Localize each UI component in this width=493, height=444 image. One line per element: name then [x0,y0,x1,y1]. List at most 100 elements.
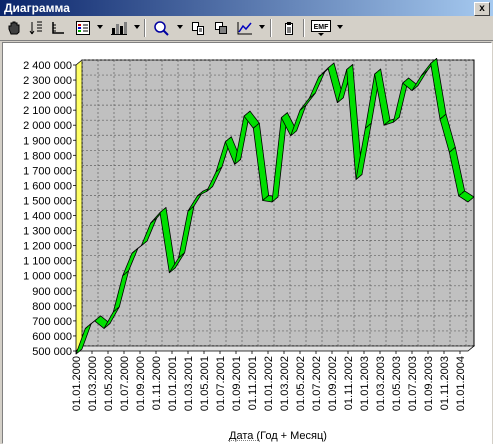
x-tick-label: 01.07.2000 [119,356,131,411]
y-tick-label: 2 000 000 [23,120,72,132]
data-point [162,209,164,211]
y-tick-label: 1 300 000 [23,226,72,238]
chart-line-dropdown-icon[interactable] [259,25,265,29]
data-point [321,73,323,76]
data-point [367,125,369,127]
chart-side-wall [75,59,83,352]
y-tick-label: 1 800 000 [23,150,72,162]
data-point [470,198,472,201]
data-point [283,114,285,116]
chart-floor [74,345,476,352]
y-tick-label: 1 600 000 [23,180,72,192]
toolbar-separator [270,19,272,37]
data-point [78,350,80,353]
x-tick-label: 01.07.2002 [311,356,323,411]
y-tick-label: 2 300 000 [23,75,72,87]
toolbar-separator [144,19,146,37]
data-point [414,87,416,89]
y-tick-label: 1 900 000 [23,135,72,147]
y-tick-label: 700 000 [32,316,72,328]
x-tick-label: 01.01.2003 [359,356,371,411]
data-point [143,242,145,244]
x-tick-label: 01.09.2001 [231,356,243,411]
x-tick-label: 01.09.2003 [423,356,435,411]
y-tick-label: 2 200 000 [23,90,72,102]
data-point [293,132,295,134]
data-point [153,219,155,222]
y-tick-label: 1 400 000 [23,211,72,223]
data-point [442,116,444,118]
legend-icon[interactable] [72,18,94,38]
y-tick-label: 800 000 [32,301,72,313]
x-tick-label: 01.03.2003 [375,356,387,411]
chart-line-icon[interactable] [234,18,256,38]
data-point [199,192,201,195]
chart-pane: 500 000 600 000 700 000 800 000 900 000 1 000… [2,42,492,444]
y-tick-label: 2 100 000 [23,105,72,117]
data-point [274,198,276,201]
data-point [87,325,89,327]
data-point [433,60,435,62]
data-point [190,207,192,210]
x-tick-label: 01.05.2001 [199,356,211,411]
x-tick-label: 01.11.2003 [439,356,451,410]
x-tick-label: 01.01.2002 [263,356,275,411]
x-tick-label: 01.11.2001 [247,356,259,410]
x-tick-label: 01.09.2002 [327,356,339,411]
x-tick-label: 01.09.2000 [135,356,147,411]
data-point [246,113,248,115]
y-tick-label: 1 500 000 [23,195,72,207]
x-tick-label: 01.05.2000 [103,356,115,411]
x-tick-label: 01.01.2004 [455,356,467,411]
copy-image-icon[interactable] [211,18,231,38]
x-tick-label: 01.07.2003 [407,356,419,411]
data-point [395,119,397,121]
hand-icon[interactable] [4,18,24,38]
y-tick-label: 500 000 [32,346,72,358]
data-point [227,138,229,140]
x-tick-label: 01.03.2002 [279,356,291,411]
data-point [358,176,360,178]
data-point [311,95,313,97]
axis-icon[interactable] [48,18,68,38]
y-tick-label: 900 000 [32,286,72,298]
data-point [115,308,117,310]
x-tick-label: 01.05.2003 [391,356,403,411]
chart-type-dropdown-icon[interactable] [134,25,140,29]
chart: 500 000 600 000 700 000 800 000 900 000 1 000… [23,58,476,442]
zoom-dropdown-icon[interactable] [177,25,183,29]
arrange-icon[interactable] [26,18,46,38]
data-point [265,197,267,199]
data-point [405,79,407,82]
x-tick-label: 01.11.2000 [151,356,163,410]
data-point [106,325,108,327]
close-button[interactable]: x [474,2,490,16]
y-tick-label: 1 200 000 [23,241,72,253]
data-point [134,250,136,252]
chart-type-icon[interactable] [108,18,130,38]
data-point [339,99,341,101]
window-titlebar: Диаграмма x [0,0,493,16]
export-dropdown-icon[interactable] [337,25,343,29]
legend-dropdown-icon[interactable] [97,25,103,29]
data-point [451,149,453,151]
data-point [386,122,388,124]
clipboard-icon[interactable] [279,18,299,38]
data-point [330,64,332,67]
data-point [125,272,127,274]
data-point [349,66,351,68]
zoom-icon[interactable] [151,18,173,38]
copy-data-icon[interactable] [188,18,208,38]
resize-grip[interactable] [228,440,258,444]
x-tick-label: 01.11.2002 [343,356,355,410]
y-tick-label: 1 000 000 [23,271,72,283]
x-tick-label: 01.07.2001 [215,356,227,411]
data-point [181,254,183,256]
data-point [209,188,211,190]
data-point [218,168,220,170]
y-tick-label: 600 000 [32,331,72,343]
export-emf-icon[interactable]: EMF [309,18,333,38]
y-tick-label: 2 400 000 [23,60,72,72]
x-tick-label: 01.01.2001 [167,356,179,411]
x-tick-label: 01.03.2000 [87,356,99,411]
